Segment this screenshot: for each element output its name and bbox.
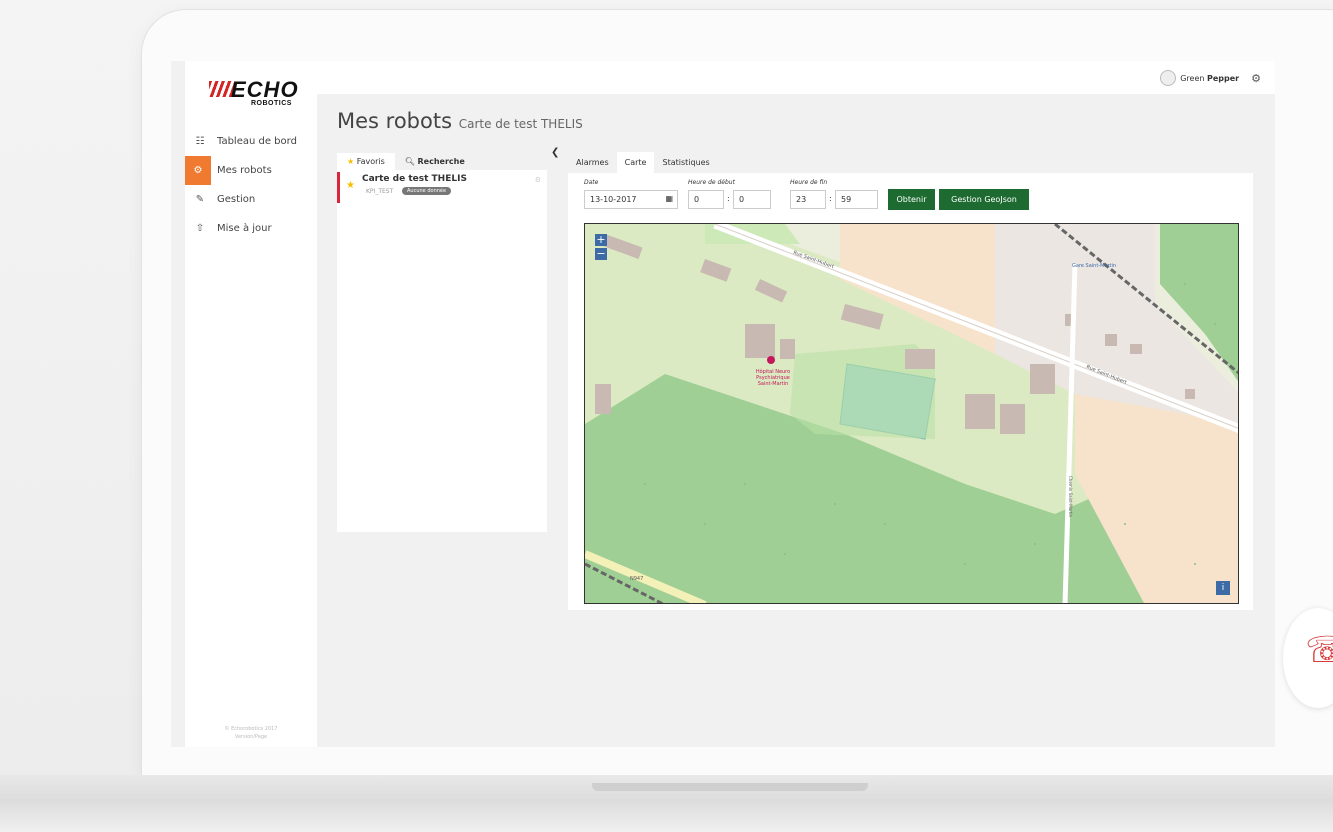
tab-favoris[interactable]: ★ Favoris <box>337 153 395 170</box>
start-minute-field[interactable]: 0 <box>733 190 771 209</box>
date-value: 13-10-2017 <box>590 195 637 204</box>
zoom-out-button[interactable]: − <box>595 248 607 260</box>
wrench-icon: ✎ <box>195 194 205 205</box>
map-info-button[interactable]: i <box>1216 581 1230 595</box>
robot-name: Carte de test THELIS <box>362 174 467 184</box>
time-separator: : <box>727 194 730 203</box>
road-label: N947 <box>630 576 644 582</box>
app-screen: ECHO ROBOTICS ☷ Tableau de bord ⚙ Mes ro… <box>171 61 1275 747</box>
hand-phone-icon: ☏ <box>1305 630 1333 671</box>
map-tiles <box>585 224 1238 603</box>
station-label: Gare Saint-Martin <box>1072 263 1117 269</box>
upload-icon: ⇧ <box>195 223 205 234</box>
user-name: Green Pepper <box>1180 74 1239 83</box>
status-badge: Aucune donnée <box>402 187 452 195</box>
laptop-notch <box>592 783 868 791</box>
sidebar-item-tableau-de-bord[interactable]: ☷ Tableau de bord <box>185 127 317 156</box>
laptop-base <box>0 775 1333 832</box>
robots-panel: ★ Favoris 🔍︎ Recherche ★ Carte de test T… <box>337 150 547 532</box>
logo-subtitle: ROBOTICS <box>251 100 292 107</box>
star-icon: ★ <box>347 157 355 166</box>
star-icon: ★ <box>346 180 355 191</box>
robots-icon: ⚙ <box>185 156 211 185</box>
tab-label: Favoris <box>356 157 385 166</box>
echo-logo: ECHO ROBOTICS <box>205 77 301 111</box>
calendar-icon[interactable]: ▦ <box>665 194 673 203</box>
sidebar-nav: ☷ Tableau de bord ⚙ Mes robots ✎ Gestion… <box>185 127 317 243</box>
tab-recherche[interactable]: 🔍︎ Recherche <box>395 153 475 170</box>
start-time-label: Heure de début <box>688 179 735 186</box>
copyright: © Echorobotics 2017 Version/Page <box>185 725 317 741</box>
collapse-panel-icon[interactable]: ❮ <box>551 147 559 158</box>
tab-statistiques[interactable]: Statistiques <box>654 152 717 173</box>
geojson-button[interactable]: Gestion GeoJson <box>939 189 1029 210</box>
search-icon: 🔍︎ <box>404 157 415 166</box>
map-view[interactable]: Rue Saint-Hubert Rue Saint-Hubert Gare S… <box>584 223 1239 604</box>
path-label: Chemin Saint-Martin <box>1068 475 1074 518</box>
sidebar-item-label: Gestion <box>217 194 256 205</box>
time-separator: : <box>829 194 832 203</box>
robot-list-item[interactable]: ★ Carte de test THELIS KPI_TEST Aucune d… <box>337 172 547 203</box>
end-time-label: Heure de fin <box>790 179 828 186</box>
page-subtitle: Carte de test THELIS <box>458 117 583 131</box>
page-title-text: Mes robots <box>337 109 453 133</box>
user-menu[interactable]: Green Pepper ⚙ <box>1160 70 1261 86</box>
user-last-name: Pepper <box>1207 73 1240 83</box>
date-field[interactable]: 13-10-2017 ▦ <box>584 190 678 209</box>
avatar <box>1160 70 1177 86</box>
robots-tabs: ★ Favoris 🔍︎ Recherche <box>337 150 547 170</box>
page-title: Mes robots Carte de test THELIS <box>337 109 583 133</box>
tab-label: Recherche <box>417 157 465 166</box>
top-bar: Green Pepper ⚙ <box>317 61 1275 94</box>
sidebar-item-label: Mise à jour <box>217 223 272 234</box>
date-label: Date <box>584 179 599 186</box>
grid-icon: ☷ <box>195 136 205 147</box>
map-panel: Date 13-10-2017 ▦ Heure de début 0 : 0 H… <box>568 173 1253 610</box>
tab-carte[interactable]: Carte <box>616 151 655 173</box>
sidebar: ECHO ROBOTICS ☷ Tableau de bord ⚙ Mes ro… <box>185 61 317 747</box>
obtenir-button[interactable]: Obtenir <box>888 189 935 210</box>
hospital-label: Hôpital Neuro Psychiatrique Saint-Martin <box>755 369 791 387</box>
gear-icon[interactable]: ⚙ <box>1251 72 1261 85</box>
pin-icon[interactable]: ⚙ <box>535 176 541 184</box>
robot-id: KPI_TEST <box>366 188 394 195</box>
sidebar-item-label: Tableau de bord <box>217 136 297 147</box>
sidebar-item-gestion[interactable]: ✎ Gestion <box>185 185 317 214</box>
version-line: Version/Page <box>234 734 268 740</box>
end-hour-field[interactable]: 23 <box>790 190 826 209</box>
user-first-name: Green <box>1180 73 1207 83</box>
zoom-in-button[interactable]: + <box>595 234 607 246</box>
main-tabs: Alarmes Carte Statistiques <box>568 151 718 173</box>
copyright-line: © Echorobotics 2017 <box>224 726 278 732</box>
end-minute-field[interactable]: 59 <box>835 190 878 209</box>
start-hour-field[interactable]: 0 <box>688 190 724 209</box>
sidebar-item-label: Mes robots <box>217 165 272 176</box>
sidebar-item-mise-a-jour[interactable]: ⇧ Mise à jour <box>185 214 317 243</box>
tab-alarmes[interactable]: Alarmes <box>568 152 617 173</box>
sidebar-item-mes-robots[interactable]: ⚙ Mes robots <box>185 156 317 185</box>
